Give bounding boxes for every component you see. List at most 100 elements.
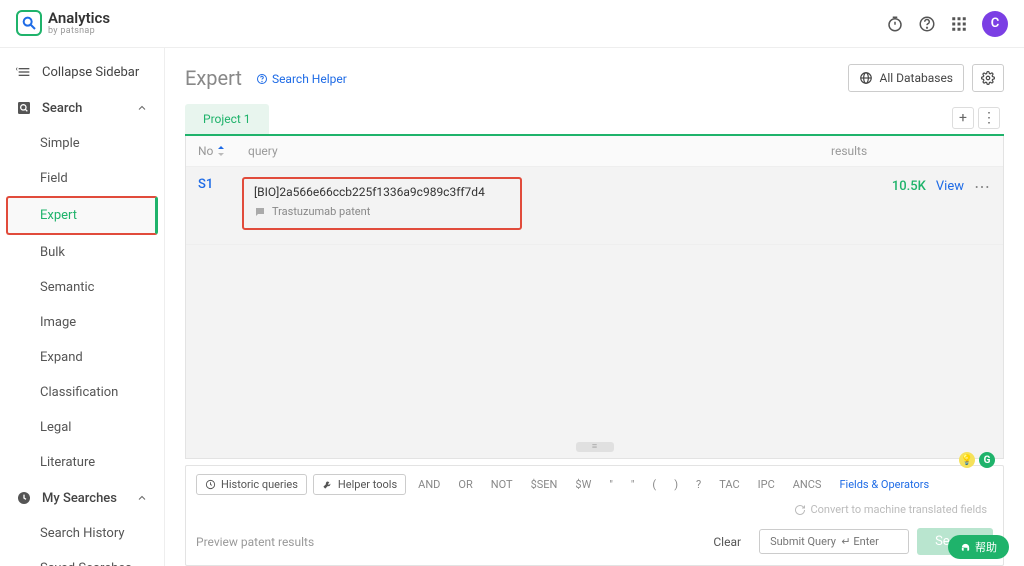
app-name: Analytics [48,10,110,27]
sidebar-item-semantic[interactable]: Semantic [0,270,164,305]
headset-icon [960,542,971,553]
hint-bulb-icon[interactable]: 💡 [959,452,975,468]
search-section-label: Search [42,101,82,116]
helper-tools-label: Helper tools [338,478,397,491]
sidebar-item-search-history[interactable]: Search History [0,516,164,551]
op-quote-close[interactable]: " [625,476,641,493]
collapse-label: Collapse Sidebar [42,65,139,80]
th-query: query [248,144,278,158]
resize-handle[interactable] [576,442,614,452]
sidebar-item-classification[interactable]: Classification [0,375,164,410]
header-tools: C [886,11,1008,37]
op-paren-close[interactable]: ) [668,476,684,493]
convert-button[interactable]: Convert to machine translated fields [788,501,993,518]
sort-icon[interactable] [217,146,225,156]
results-table: No query results S1 [BIO]2a566e66ccb225f… [185,136,1004,459]
op-and[interactable]: AND [412,476,446,493]
row-menu-icon[interactable]: ⋯ [974,177,991,196]
tab-project-1[interactable]: Project 1 [185,104,269,134]
editor-bottom-row: Preview patent results Clear Search [196,528,993,555]
help-floating-button[interactable]: 帮助 [948,535,1009,559]
wrench-icon [322,479,333,490]
apps-grid-icon[interactable] [950,15,968,33]
refresh-icon [794,504,806,516]
page-title: Expert [185,66,242,90]
globe-icon [859,71,873,85]
op-quote-open[interactable]: " [603,476,619,493]
all-databases-label: All Databases [879,71,953,85]
chevron-up-icon [136,492,148,504]
row-no: S1 [198,177,248,192]
search-helper-link[interactable]: Search Helper [256,72,347,86]
table-empty-area [186,245,1003,458]
sidebar-item-simple[interactable]: Simple [0,126,164,161]
logo-icon [16,10,42,36]
op-ancs[interactable]: ANCS [787,476,828,493]
main-content: Expert Search Helper All Databases Proje… [165,48,1024,566]
sidebar-item-image[interactable]: Image [0,305,164,340]
my-searches-label: My Searches [42,491,117,506]
sidebar-item-expand[interactable]: Expand [0,340,164,375]
help-icon[interactable] [918,15,936,33]
result-count: 10.5K [892,179,926,194]
preview-results-text[interactable]: Preview patent results [196,535,314,549]
search-section-icon [16,100,32,116]
sidebar-section-search[interactable]: Search [0,90,164,126]
help-badge-label: 帮助 [975,539,997,555]
query-callout: [BIO]2a566e66ccb225f1336a9c989c3ff7d4 Tr… [242,177,522,230]
op-not[interactable]: NOT [485,476,519,493]
th-no: No [198,144,213,158]
sidebar-item-field[interactable]: Field [0,161,164,196]
logo-area: Analytics by patsnap [16,10,110,36]
submit-query-input[interactable] [759,529,909,554]
gear-icon [981,71,995,85]
op-tac[interactable]: TAC [713,476,745,493]
query-text: [BIO]2a566e66ccb225f1336a9c989c3ff7d4 [254,185,510,199]
collapse-icon [16,64,32,80]
clear-button[interactable]: Clear [703,530,751,554]
help-circle-icon [256,73,268,85]
fields-operators-link[interactable]: Fields & Operators [833,476,935,493]
tab-menu-button[interactable]: ⋮ [978,107,1000,129]
op-paren-open[interactable]: ( [646,476,662,493]
query-toolbar: Historic queries Helper tools AND OR NOT… [196,474,993,518]
page-header: Expert Search Helper All Databases [185,64,1004,92]
query-tag-text: Trastuzumab patent [272,205,370,218]
settings-button[interactable] [972,64,1004,92]
sidebar-item-bulk[interactable]: Bulk [0,235,164,270]
helper-link-label: Search Helper [272,72,347,86]
sidebar-item-expert[interactable]: Expert [6,196,158,235]
history-icon [205,479,216,490]
sidebar-item-literature[interactable]: Literature [0,445,164,480]
historic-label: Historic queries [221,478,298,491]
op-ipc[interactable]: IPC [752,476,781,493]
app-subtitle: by patsnap [48,27,110,37]
stopwatch-icon[interactable] [886,15,904,33]
table-header: No query results [186,136,1003,167]
op-or[interactable]: OR [452,476,478,493]
historic-queries-button[interactable]: Historic queries [196,474,307,495]
all-databases-button[interactable]: All Databases [848,64,964,92]
chevron-up-icon [136,102,148,114]
sidebar: Collapse Sidebar Search Simple Field Exp… [0,48,165,566]
helper-tools-button[interactable]: Helper tools [313,474,406,495]
user-avatar[interactable]: C [982,11,1008,37]
app-header: Analytics by patsnap C [0,0,1024,48]
comment-icon [254,206,266,218]
op-w[interactable]: $W [569,476,597,493]
query-editor-panel: 💡 G Historic queries Helper tools AND OR… [185,465,1004,566]
op-sen[interactable]: $SEN [525,476,564,493]
project-tabs: Project 1 + ⋮ [185,104,1004,136]
sidebar-item-saved-searches[interactable]: Saved Searches [0,551,164,566]
convert-label: Convert to machine translated fields [810,503,987,516]
clock-icon [16,490,32,506]
collapse-sidebar[interactable]: Collapse Sidebar [0,54,164,90]
th-results: results [831,144,867,158]
sidebar-section-my-searches[interactable]: My Searches [0,480,164,516]
hint-check-icon[interactable]: G [979,452,995,468]
op-question[interactable]: ? [690,476,707,493]
view-link[interactable]: View [936,179,964,194]
table-row[interactable]: S1 [BIO]2a566e66ccb225f1336a9c989c3ff7d4… [186,167,1003,245]
add-tab-button[interactable]: + [952,107,974,129]
sidebar-item-legal[interactable]: Legal [0,410,164,445]
